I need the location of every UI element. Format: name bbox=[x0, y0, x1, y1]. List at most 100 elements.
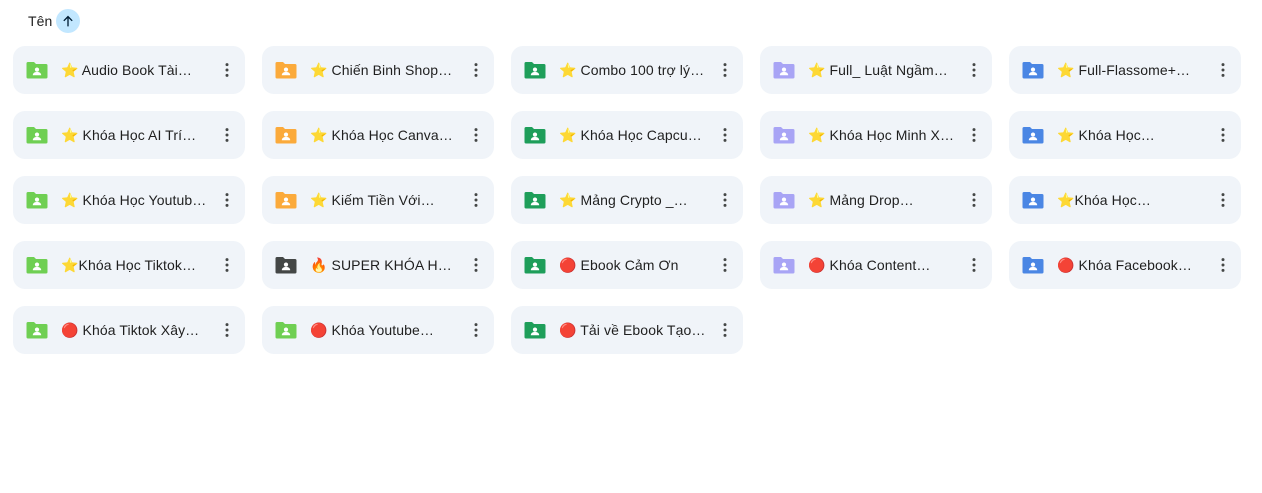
more-actions-button[interactable] bbox=[713, 318, 737, 342]
shared-folder-icon bbox=[773, 126, 795, 144]
more-actions-button[interactable] bbox=[215, 253, 239, 277]
folder-tile[interactable]: ⭐ Khóa Học AI Trí… bbox=[13, 111, 245, 159]
more-actions-button[interactable] bbox=[713, 58, 737, 82]
more-actions-button[interactable] bbox=[464, 188, 488, 212]
shared-folder-icon bbox=[773, 61, 795, 79]
sort-header: Tên bbox=[28, 9, 81, 33]
folder-tile[interactable]: ⭐Khóa Học Tiktok… bbox=[13, 241, 245, 289]
shared-folder-icon bbox=[773, 256, 795, 274]
more-vert-icon bbox=[723, 63, 727, 77]
more-vert-icon bbox=[1221, 128, 1225, 142]
more-actions-button[interactable] bbox=[464, 318, 488, 342]
more-vert-icon bbox=[1221, 63, 1225, 77]
folder-name: ⭐ Khóa Học AI Trí… bbox=[61, 126, 197, 143]
folder-name: 🔴 Ebook Cảm Ơn bbox=[559, 256, 679, 273]
folder-name: 🔴 Khóa Content… bbox=[808, 256, 931, 273]
shared-folder-icon bbox=[524, 126, 546, 144]
more-actions-button[interactable] bbox=[215, 58, 239, 82]
more-actions-button[interactable] bbox=[713, 253, 737, 277]
more-actions-button[interactable] bbox=[464, 123, 488, 147]
more-vert-icon bbox=[225, 128, 229, 142]
more-actions-button[interactable] bbox=[962, 58, 986, 82]
more-vert-icon bbox=[972, 193, 976, 207]
more-vert-icon bbox=[1221, 258, 1225, 272]
folder-tile[interactable]: ⭐ Combo 100 trợ lý… bbox=[511, 46, 743, 94]
more-actions-button[interactable] bbox=[215, 318, 239, 342]
more-actions-button[interactable] bbox=[1211, 253, 1235, 277]
more-vert-icon bbox=[474, 193, 478, 207]
folder-tile[interactable]: ⭐ Mảng Crypto _… bbox=[511, 176, 743, 224]
more-vert-icon bbox=[474, 258, 478, 272]
folder-name: ⭐ Audio Book Tài… bbox=[61, 61, 192, 78]
folder-name: 🔴 Khóa Facebook… bbox=[1057, 256, 1192, 273]
folder-tile[interactable]: ⭐ Full_ Luật Ngầm… bbox=[760, 46, 992, 94]
folder-tile[interactable]: 🔴 Khóa Facebook… bbox=[1009, 241, 1241, 289]
more-actions-button[interactable] bbox=[962, 123, 986, 147]
more-vert-icon bbox=[225, 63, 229, 77]
folder-tile[interactable]: 🔴 Khóa Content… bbox=[760, 241, 992, 289]
more-actions-button[interactable] bbox=[464, 253, 488, 277]
folder-tile[interactable]: ⭐ Kiếm Tiền Với… bbox=[262, 176, 494, 224]
arrow-up-icon bbox=[63, 15, 74, 27]
shared-folder-icon bbox=[1022, 256, 1044, 274]
folder-tile[interactable]: ⭐ Chiến Binh Shop… bbox=[262, 46, 494, 94]
shared-folder-icon bbox=[524, 256, 546, 274]
shared-folder-icon bbox=[524, 321, 546, 339]
folder-tile[interactable]: ⭐ Mảng Drop… bbox=[760, 176, 992, 224]
more-vert-icon bbox=[225, 193, 229, 207]
folder-tile[interactable]: ⭐ Khóa Học Canva… bbox=[262, 111, 494, 159]
folder-tile[interactable]: ⭐ Khóa Học Youtub… bbox=[13, 176, 245, 224]
more-vert-icon bbox=[474, 128, 478, 142]
folder-name: ⭐ Combo 100 trợ lý… bbox=[559, 61, 705, 78]
shared-folder-icon bbox=[1022, 191, 1044, 209]
folder-name: ⭐ Khóa Học Minh X… bbox=[808, 126, 955, 143]
more-vert-icon bbox=[1221, 193, 1225, 207]
folder-name: ⭐Khóa Học Tiktok… bbox=[61, 256, 197, 273]
more-vert-icon bbox=[474, 323, 478, 337]
more-actions-button[interactable] bbox=[215, 188, 239, 212]
folder-tile[interactable]: ⭐ Khóa Học Capcu… bbox=[511, 111, 743, 159]
folder-name: ⭐Khóa Học… bbox=[1057, 191, 1151, 208]
shared-folder-icon bbox=[26, 321, 48, 339]
more-vert-icon bbox=[225, 258, 229, 272]
folder-tile[interactable]: 🔥 SUPER KHÓA HỌ… bbox=[262, 241, 494, 289]
folder-name: ⭐ Khóa Học… bbox=[1057, 126, 1155, 143]
more-actions-button[interactable] bbox=[1211, 188, 1235, 212]
sort-direction-button[interactable] bbox=[56, 9, 81, 33]
more-vert-icon bbox=[972, 128, 976, 142]
folder-tile[interactable]: 🔴 Tải về Ebook Tạo… bbox=[511, 306, 743, 354]
folder-name: ⭐ Mảng Crypto _… bbox=[559, 191, 688, 208]
shared-folder-icon bbox=[26, 191, 48, 209]
shared-folder-icon bbox=[524, 191, 546, 209]
more-actions-button[interactable] bbox=[962, 188, 986, 212]
shared-folder-icon bbox=[275, 321, 297, 339]
shared-folder-icon bbox=[275, 256, 297, 274]
more-actions-button[interactable] bbox=[1211, 58, 1235, 82]
more-vert-icon bbox=[723, 128, 727, 142]
more-actions-button[interactable] bbox=[464, 58, 488, 82]
folder-tile[interactable]: 🔴 Khóa Youtube… bbox=[262, 306, 494, 354]
more-actions-button[interactable] bbox=[962, 253, 986, 277]
folder-name: ⭐ Full_ Luật Ngầm… bbox=[808, 61, 948, 78]
more-actions-button[interactable] bbox=[215, 123, 239, 147]
folder-name: ⭐ Khóa Học Canva… bbox=[310, 126, 453, 143]
folder-tile[interactable]: ⭐Khóa Học… bbox=[1009, 176, 1241, 224]
folder-tile[interactable]: ⭐ Audio Book Tài… bbox=[13, 46, 245, 94]
folder-tile[interactable]: 🔴 Khóa Tiktok Xây… bbox=[13, 306, 245, 354]
sort-by-name-label[interactable]: Tên bbox=[28, 13, 52, 29]
more-vert-icon bbox=[723, 193, 727, 207]
folder-name: 🔴 Khóa Youtube… bbox=[310, 321, 435, 338]
shared-folder-icon bbox=[275, 191, 297, 209]
shared-folder-icon bbox=[26, 61, 48, 79]
more-actions-button[interactable] bbox=[713, 188, 737, 212]
folder-tile[interactable]: ⭐ Khóa Học… bbox=[1009, 111, 1241, 159]
folder-tile[interactable]: ⭐ Khóa Học Minh X… bbox=[760, 111, 992, 159]
more-actions-button[interactable] bbox=[713, 123, 737, 147]
more-actions-button[interactable] bbox=[1211, 123, 1235, 147]
folder-name: ⭐ Kiếm Tiền Với… bbox=[310, 191, 435, 208]
folder-name: ⭐ Mảng Drop… bbox=[808, 191, 914, 208]
shared-folder-icon bbox=[773, 191, 795, 209]
folder-tile[interactable]: 🔴 Ebook Cảm Ơn bbox=[511, 241, 743, 289]
folder-grid: ⭐ Audio Book Tài… ⭐ Chiến Binh Shop… ⭐ Com… bbox=[13, 46, 1241, 354]
folder-tile[interactable]: ⭐ Full-Flassome+… bbox=[1009, 46, 1241, 94]
